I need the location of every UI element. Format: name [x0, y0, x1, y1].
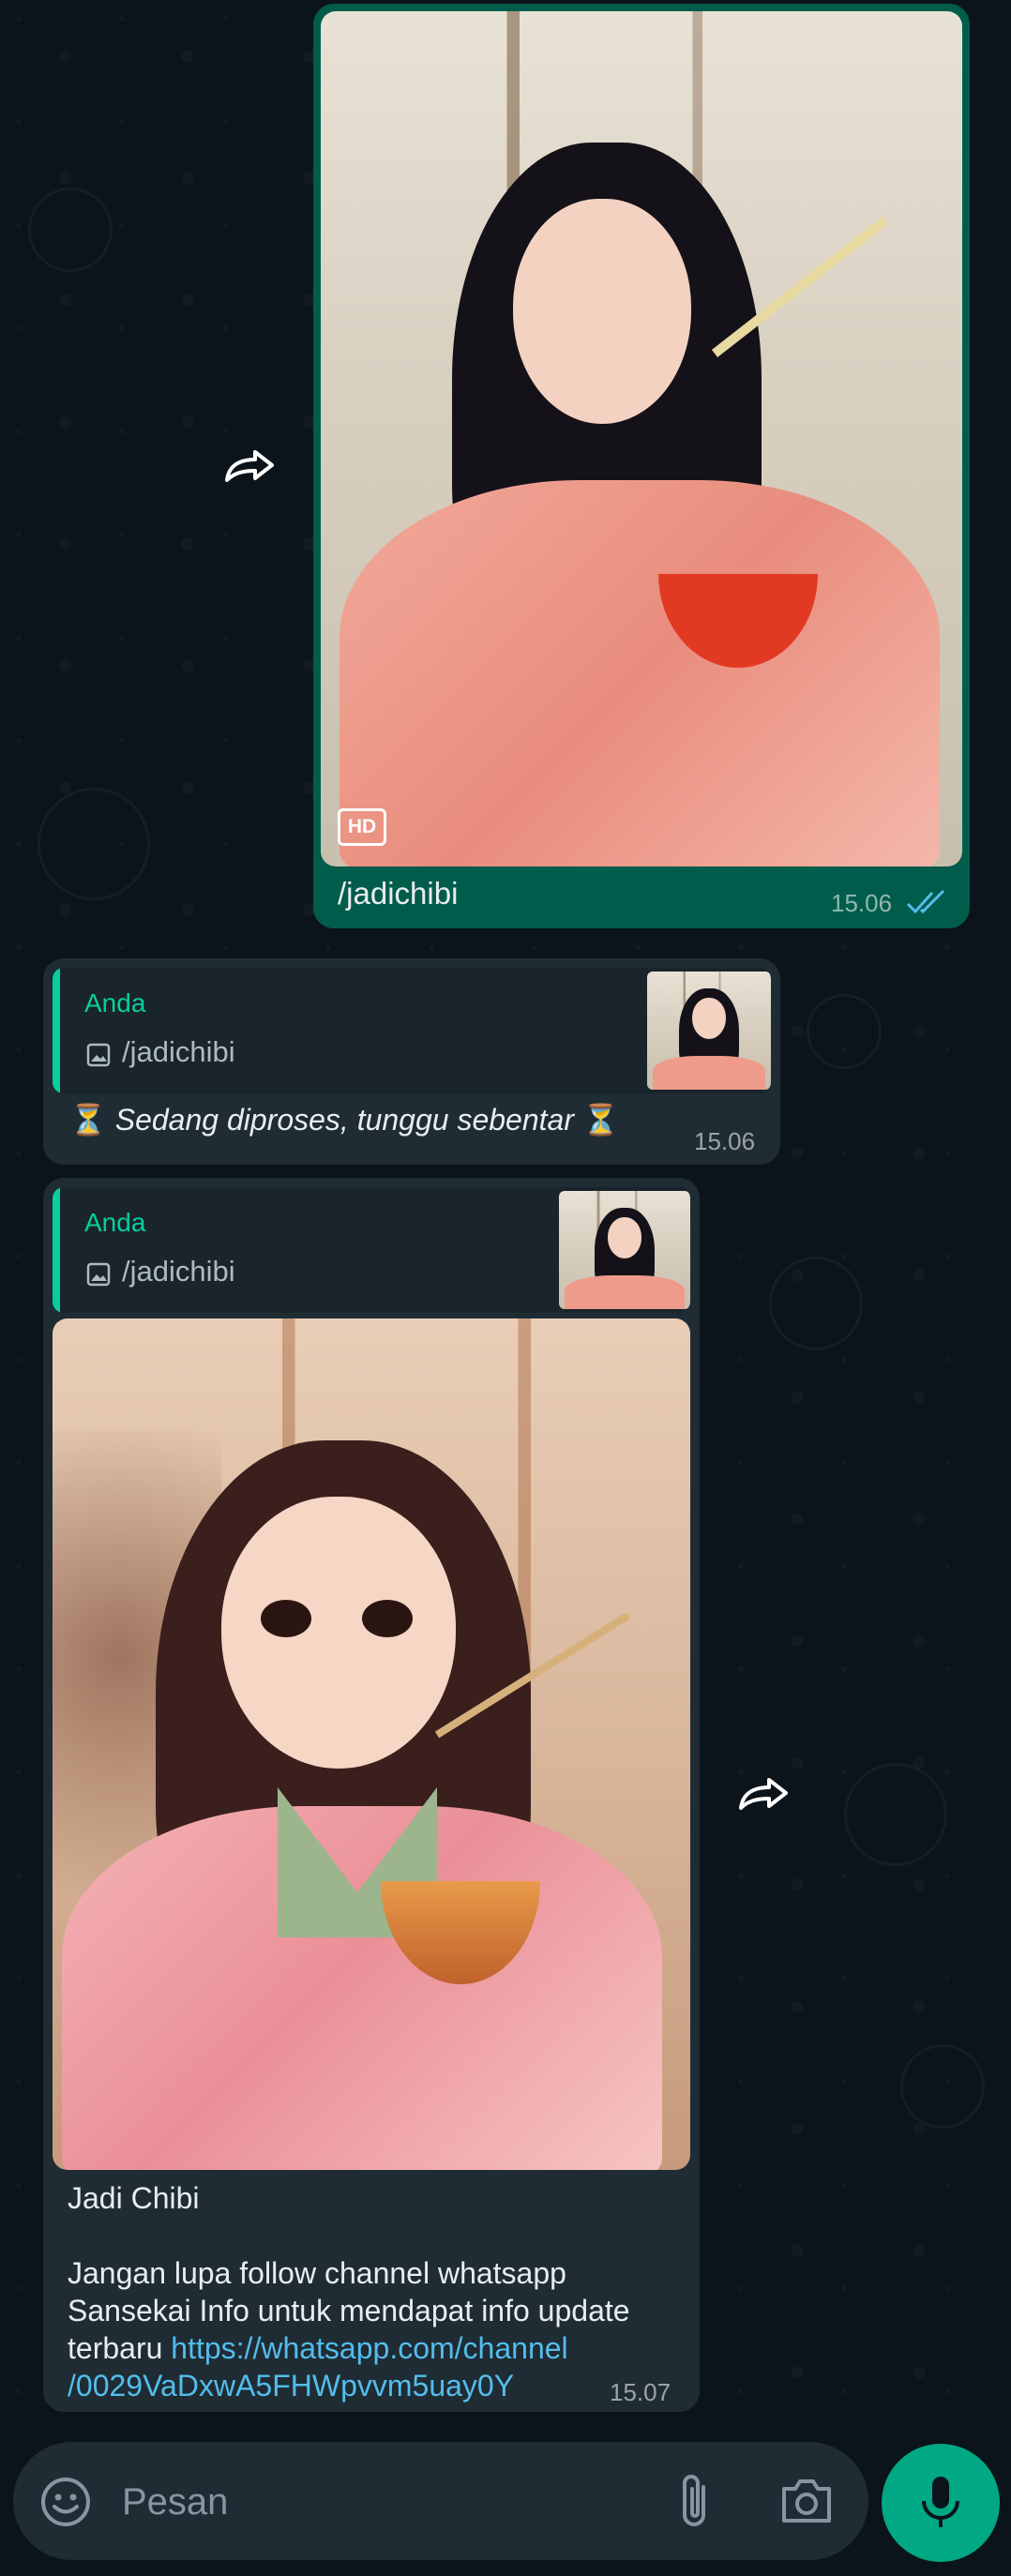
forward-icon — [739, 1778, 788, 1810]
quote-accent-bar — [53, 968, 60, 1093]
image-icon — [86, 1262, 111, 1287]
sent-image-message[interactable]: HD /jadichibi 15.06 — [313, 4, 970, 928]
wallpaper-doodle — [807, 994, 882, 1069]
message-caption: /jadichibi — [338, 876, 459, 911]
quote-text: /jadichibi — [122, 1035, 235, 1068]
thumb-face — [692, 998, 726, 1039]
wallpaper-doodle — [769, 1257, 863, 1350]
thumb-face — [608, 1217, 641, 1258]
emoji-icon[interactable] — [39, 2476, 92, 2528]
processing-message[interactable]: Anda /jadichibi ⏳ Sedang diproses, tungg… — [43, 958, 780, 1165]
quoted-message[interactable]: Anda /jadichibi — [53, 1187, 690, 1313]
quoted-message[interactable]: Anda /jadichibi — [53, 968, 771, 1093]
quote-thumbnail — [647, 972, 771, 1090]
hourglass-icon: ⏳ — [581, 1103, 620, 1137]
thumb-kimono — [565, 1275, 685, 1309]
message-composer[interactable]: Pesan — [13, 2442, 868, 2560]
chibi-photo[interactable] — [53, 1318, 690, 2170]
photo-eye — [362, 1600, 413, 1637]
wallpaper-doodle — [844, 1763, 947, 1866]
result-body-line3-prefix: terbaru — [68, 2331, 172, 2365]
channel-link-continued[interactable]: /0029VaDxwA5FHWpvvm5uay0Y — [68, 2367, 514, 2404]
quote-sender: Anda — [84, 1208, 146, 1237]
result-title: Jadi Chibi — [68, 2181, 200, 2215]
photo-face — [221, 1497, 456, 1769]
photo-kimono — [340, 480, 940, 866]
hd-badge: HD — [338, 808, 386, 846]
quote-accent-bar — [53, 1187, 60, 1313]
quote-text: /jadichibi — [122, 1255, 235, 1288]
message-time: 15.06 — [694, 1127, 756, 1155]
message-input[interactable]: Pesan — [122, 2481, 228, 2523]
result-message[interactable]: Anda /jadichibi Jadi Chibi Jangan lupa f… — [43, 1178, 700, 2412]
voice-message-button[interactable] — [882, 2444, 1000, 2562]
read-double-check-icon — [906, 889, 945, 914]
result-body-line2: Sansekai Info untuk mendapat info update — [68, 2294, 630, 2327]
photo-kimono — [62, 1806, 662, 2170]
mic-icon — [922, 2477, 959, 2527]
message-time: 15.06 — [831, 889, 893, 917]
hourglass-icon: ⏳ — [69, 1103, 107, 1137]
forward-button[interactable] — [728, 1759, 799, 1830]
photo-face — [513, 199, 691, 424]
result-body-line1: Jangan lupa follow channel whatsapp — [68, 2256, 566, 2290]
quote-sender: Anda — [84, 988, 146, 1017]
quote-thumbnail — [559, 1191, 690, 1309]
image-icon — [86, 1043, 111, 1067]
attach-icon[interactable] — [677, 2472, 715, 2530]
thumb-kimono — [653, 1056, 765, 1090]
wallpaper-doodle — [28, 188, 113, 272]
result-body-line3: terbaru https://whatsapp.com/channel — [68, 2329, 568, 2367]
processing-text-row: ⏳ Sedang diproses, tunggu sebentar ⏳ — [69, 1101, 620, 1138]
sent-photo[interactable]: HD — [321, 11, 962, 866]
wallpaper-doodle — [900, 2044, 985, 2129]
channel-link[interactable]: https://whatsapp.com/channel — [171, 2331, 567, 2365]
processing-text: Sedang diproses, tunggu sebentar — [114, 1103, 574, 1137]
camera-icon[interactable] — [778, 2476, 835, 2526]
message-time: 15.07 — [610, 2378, 671, 2406]
photo-eye — [261, 1600, 311, 1637]
forward-icon — [225, 450, 274, 482]
wallpaper-doodle — [38, 788, 150, 900]
forward-button[interactable] — [214, 431, 285, 503]
